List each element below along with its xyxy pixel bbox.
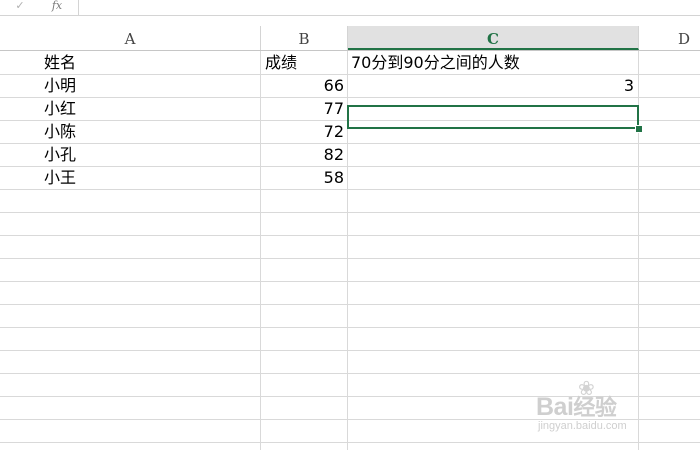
cell-c1[interactable]: 70分到90分之间的人数	[351, 51, 520, 74]
formula-input[interactable]	[80, 0, 698, 14]
column-header-a[interactable]: A	[0, 26, 261, 50]
column-header-c[interactable]: C	[348, 26, 639, 50]
table-row	[0, 235, 700, 259]
table-row	[0, 258, 700, 282]
table-row	[0, 373, 700, 397]
cell-b5[interactable]: 82	[261, 143, 344, 166]
table-row	[0, 327, 700, 351]
cell-b3[interactable]: 77	[261, 97, 344, 120]
table-row	[0, 419, 700, 443]
table-row: 小王 58	[0, 166, 700, 190]
table-row	[0, 189, 700, 213]
cell-b6[interactable]: 58	[261, 166, 344, 189]
formula-bar: ✓ fx	[0, 0, 700, 16]
cell-b1[interactable]: 成绩	[265, 51, 297, 74]
function-icon[interactable]: fx	[48, 0, 66, 14]
column-header-row: A B C D	[0, 26, 700, 51]
cell-a2[interactable]: 小明	[44, 74, 76, 97]
column-header-d[interactable]: D	[639, 26, 700, 50]
cell-a1[interactable]: 姓名	[44, 51, 76, 74]
table-row: 小明 66 3	[0, 74, 700, 98]
cell-a4[interactable]: 小陈	[44, 120, 76, 143]
toolbar-gap	[0, 16, 700, 26]
column-header-b[interactable]: B	[261, 26, 348, 50]
fill-handle[interactable]	[635, 125, 643, 133]
cell-a3[interactable]: 小红	[44, 97, 76, 120]
table-row	[0, 350, 700, 374]
table-row	[0, 304, 700, 328]
table-row: 姓名 成绩 70分到90分之间的人数	[0, 51, 700, 75]
table-row	[0, 281, 700, 305]
cell-c5[interactable]	[348, 143, 634, 166]
cell-c6[interactable]	[348, 166, 634, 189]
check-icon[interactable]: ✓	[12, 0, 28, 14]
cell-b4[interactable]: 72	[261, 120, 344, 143]
cell-b2[interactable]: 66	[261, 74, 344, 97]
table-row: 小孔 82	[0, 143, 700, 167]
cell-c2[interactable]: 3	[348, 74, 634, 97]
cell-a6[interactable]: 小王	[44, 166, 76, 189]
table-row	[0, 212, 700, 236]
formula-bar-divider	[78, 0, 79, 15]
cell-a5[interactable]: 小孔	[44, 143, 76, 166]
table-row	[0, 396, 700, 420]
active-cell-selection[interactable]	[347, 105, 639, 129]
